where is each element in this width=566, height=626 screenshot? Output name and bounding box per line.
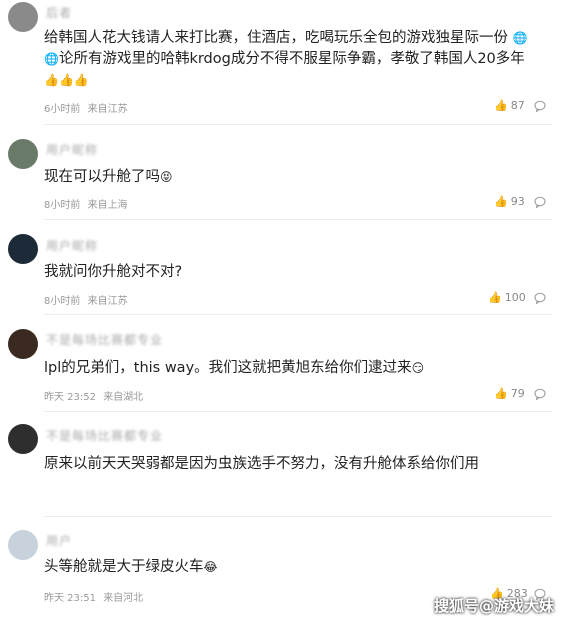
comment-time: 6小时前 <box>44 104 81 115</box>
avatar[interactable] <box>8 2 38 32</box>
comment-meta: 昨天 23:52 来自湖北 <box>44 388 143 403</box>
username[interactable]: 用户昵称 <box>46 237 98 253</box>
comment-reply-icon[interactable] <box>534 292 546 304</box>
comment-text: 现在可以升舱了吗😝 <box>44 167 546 188</box>
smirk-emoji-icon: 😏 <box>411 361 425 375</box>
comment-meta: 6小时前 来自江苏 <box>44 100 128 115</box>
comment-text-content: 我就问你升舱对不对? <box>44 264 183 280</box>
username[interactable]: 不是每场比赛都专业 <box>46 427 163 443</box>
avatar[interactable] <box>8 234 38 264</box>
username[interactable]: 用户昵称 <box>46 141 98 157</box>
comment-text: 头等舱就是大于绿皮火车😂 <box>44 557 546 578</box>
like-count: 87 <box>510 99 525 112</box>
avatar[interactable] <box>8 139 38 169</box>
comment-item: 用户昵称 我就问你升舱对不对? 8小时前 来自江苏 👍 100 <box>0 220 566 315</box>
like-count: 93 <box>510 195 525 208</box>
comment-text-content: 现在可以升舱了吗 <box>44 169 160 185</box>
comment-location: 来自江苏 <box>87 104 128 115</box>
comment-meta: 8小时前 来自上海 <box>44 196 128 211</box>
comment-item: 不是每场比赛都专业 原来以前天天哭弱都是因为虫族选手不努力，没有升舱体系给你们用 <box>0 412 566 517</box>
like-count: 79 <box>510 387 525 400</box>
avatar[interactable] <box>8 424 38 454</box>
laughing-emoji-icon: 😝 <box>160 170 173 184</box>
avatar[interactable] <box>8 329 38 359</box>
thumb-up-icon: 👍 <box>488 291 502 304</box>
globe-emoji-icon: 🌐 <box>512 31 528 45</box>
comment-text: 给韩国人花大钱请人来打比赛，住酒店，吃喝玩乐全包的游戏独星际一份 🌐 🌐论所有游… <box>44 28 546 91</box>
comment-text-line1: 给韩国人花大钱请人来打比赛，住酒店，吃喝玩乐全包的游戏独星际一份 <box>44 30 508 46</box>
username[interactable]: 用户 <box>46 532 72 548</box>
laughing-emoji-icon: 😂 <box>203 560 218 574</box>
comment-meta: 8小时前 来自江苏 <box>44 292 128 307</box>
comment-text-content: lpl的兄弟们，this way。我们这就把黄旭东给你们逮过来 <box>44 360 412 376</box>
comment-location: 来自上海 <box>87 200 128 211</box>
comment-text: 原来以前天天哭弱都是因为虫族选手不努力，没有升舱体系给你们用 <box>44 454 546 475</box>
like-button[interactable]: 👍 87 <box>494 99 525 112</box>
comment-time: 昨天 23:51 <box>44 593 96 604</box>
comment-time: 8小时前 <box>44 200 81 211</box>
username[interactable]: 后者 <box>46 4 72 20</box>
like-button[interactable]: 👍 100 <box>488 291 526 304</box>
comment-text: lpl的兄弟们，this way。我们这就把黄旭东给你们逮过来😏 <box>44 358 546 379</box>
comment-text: 我就问你升舱对不对? <box>44 262 546 283</box>
comment-time: 昨天 23:52 <box>44 392 96 403</box>
like-button[interactable]: 👍 93 <box>494 195 525 208</box>
comment-time: 8小时前 <box>44 296 81 307</box>
separator <box>44 516 552 517</box>
comment-reply-icon[interactable] <box>534 196 546 208</box>
comment-item: 后者 给韩国人花大钱请人来打比赛，住酒店，吃喝玩乐全包的游戏独星际一份 🌐 🌐论… <box>0 0 566 125</box>
comment-reply-icon[interactable] <box>534 388 546 400</box>
avatar[interactable] <box>8 530 38 560</box>
comment-text-line2: 论所有游戏里的哈韩krdog成分不得不服星际争霸，孝敬了韩国人20多年 <box>58 51 525 67</box>
comment-reply-icon[interactable] <box>534 100 546 112</box>
comment-text-content: 原来以前天天哭弱都是因为虫族选手不努力，没有升舱体系给你们用 <box>44 456 479 472</box>
comment-text-content: 头等舱就是大于绿皮火车 <box>44 559 204 575</box>
comment-location: 来自河北 <box>103 593 144 604</box>
comment-item: 用户昵称 现在可以升舱了吗😝 8小时前 来自上海 👍 93 <box>0 125 566 220</box>
globe-emoji-icon: 🌐 <box>44 52 59 66</box>
comment-meta: 昨天 23:51 来自河北 <box>44 589 143 604</box>
emoji-trail: 👍👍👍 <box>44 73 89 87</box>
comment-location: 来自湖北 <box>103 392 144 403</box>
like-count: 100 <box>504 291 526 304</box>
username[interactable]: 不是每场比赛都专业 <box>46 331 163 347</box>
thumb-up-icon: 👍 <box>494 99 508 112</box>
like-button[interactable]: 👍 79 <box>494 387 525 400</box>
thumb-up-icon: 👍 <box>494 387 508 400</box>
watermark: 搜狐号@游戏大妹 <box>433 597 554 615</box>
thumb-up-icon: 👍 <box>494 195 508 208</box>
comment-item: 不是每场比赛都专业 lpl的兄弟们，this way。我们这就把黄旭东给你们逮过… <box>0 315 566 412</box>
comment-location: 来自江苏 <box>87 296 128 307</box>
